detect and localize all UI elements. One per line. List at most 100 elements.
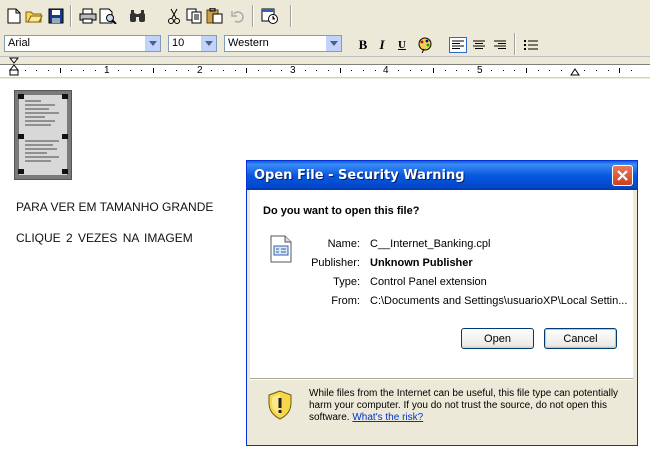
ruler-number: 1: [104, 65, 110, 76]
save-icon[interactable]: [46, 6, 66, 26]
open-button[interactable]: Open: [461, 328, 534, 349]
ruler-mark: [503, 70, 504, 71]
align-right-icon[interactable]: [491, 37, 509, 53]
right-indent-marker-icon[interactable]: [570, 68, 580, 76]
ruler-mark: [549, 70, 550, 71]
ruler-mark: [281, 70, 282, 71]
ruler-mark: [223, 70, 224, 71]
copy-icon[interactable]: [184, 6, 204, 26]
shield-icon: [267, 390, 293, 420]
ruler-mark: [83, 70, 84, 71]
name-value: C__Internet_Banking.cpl: [370, 238, 491, 250]
font-size-dropdown[interactable]: 10: [168, 35, 217, 52]
standard-toolbar: [0, 0, 650, 33]
ruler-mark: [631, 70, 632, 71]
ruler-mark: [538, 70, 539, 71]
ruler-number: 3: [290, 65, 296, 76]
ruler-mark: [258, 70, 259, 71]
from-label: From:: [331, 295, 360, 307]
ruler-mark: [176, 70, 177, 71]
type-label: Type:: [333, 276, 360, 288]
paste-icon[interactable]: [205, 6, 225, 26]
ruler-mark: [246, 68, 247, 73]
warning-text-block: While files from the Internet can be use…: [309, 388, 629, 424]
ruler-mark: [433, 68, 434, 73]
ruler-mark: [165, 70, 166, 71]
ruler-mark: [48, 70, 49, 71]
document-text-line: CLIQUE 2 VEZES NA IMAGEM: [16, 231, 193, 245]
type-value: Control Panel extension: [370, 276, 487, 288]
print-preview-icon[interactable]: [98, 6, 118, 26]
ruler[interactable]: 1 2 3 4 5: [0, 57, 650, 79]
whats-the-risk-link[interactable]: What's the risk?: [352, 412, 423, 423]
font-name-dropdown[interactable]: Arial: [4, 35, 161, 52]
ruler-mark: [340, 68, 341, 73]
ruler-mark: [130, 70, 131, 71]
close-icon[interactable]: [612, 165, 633, 186]
italic-icon[interactable]: I: [373, 37, 391, 53]
print-icon[interactable]: [78, 6, 98, 26]
ruler-mark: [468, 70, 469, 71]
chevron-down-icon[interactable]: [200, 36, 216, 51]
chevron-down-icon[interactable]: [144, 36, 160, 51]
ruler-mark: [375, 70, 376, 71]
ruler-mark: [491, 70, 492, 71]
ruler-number: 5: [477, 65, 483, 76]
from-value: C:\Documents and Settings\usuarioXP\Loca…: [370, 295, 628, 307]
cancel-button[interactable]: Cancel: [544, 328, 617, 349]
publisher-value: Unknown Publisher: [370, 257, 473, 269]
ruler-mark: [305, 70, 306, 71]
ruler-mark: [561, 70, 562, 71]
bullets-icon[interactable]: [522, 37, 540, 53]
ruler-mark: [153, 68, 154, 73]
insert-date-time-icon[interactable]: [260, 6, 280, 26]
script-dropdown[interactable]: Western: [224, 35, 342, 52]
toolbar-separator: [252, 5, 254, 27]
dialog-titlebar[interactable]: Open File - Security Warning: [247, 161, 637, 190]
find-icon[interactable]: [128, 6, 148, 26]
ruler-mark: [270, 70, 271, 71]
ruler-mark: [445, 70, 446, 71]
ruler-mark: [608, 70, 609, 71]
bold-icon[interactable]: B: [354, 37, 372, 53]
align-left-icon[interactable]: [449, 37, 467, 53]
align-center-icon[interactable]: [470, 37, 488, 53]
toolbar-separator: [290, 5, 292, 27]
left-indent-marker-icon[interactable]: [9, 57, 19, 77]
ruler-mark: [188, 70, 189, 71]
ruler-mark: [398, 70, 399, 71]
dialog-title: Open File - Security Warning: [254, 168, 465, 183]
ruler-mark: [141, 70, 142, 71]
ruler-mark: [421, 70, 422, 71]
open-folder-icon[interactable]: [24, 6, 44, 26]
undo-icon[interactable]: [228, 6, 248, 26]
chevron-down-icon[interactable]: [325, 36, 341, 51]
ruler-mark: [71, 70, 72, 71]
font-size-value: 10: [172, 37, 185, 49]
ruler-number: 4: [383, 65, 389, 76]
ruler-mark: [211, 70, 212, 71]
new-document-icon[interactable]: [4, 6, 24, 26]
color-icon[interactable]: [416, 37, 434, 53]
ruler-mark: [351, 70, 352, 71]
toolbar-separator: [70, 5, 72, 27]
dialog-body: Do you want to open this file? Name: C__…: [250, 190, 633, 440]
script-value: Western: [228, 37, 269, 49]
underline-icon[interactable]: U: [393, 37, 411, 53]
question-area: Do you want to open this file? Name: C__…: [250, 190, 633, 378]
name-label: Name:: [327, 238, 360, 250]
ruler-mark: [526, 68, 527, 73]
document-thumbnail-image[interactable]: [14, 90, 72, 180]
ruler-mark: [36, 70, 37, 71]
ruler-mark: [619, 68, 620, 73]
cut-icon[interactable]: [164, 6, 184, 26]
ruler-strip: 1 2 3 4 5: [0, 64, 650, 78]
ruler-mark: [456, 70, 457, 71]
dialog-question: Do you want to open this file?: [263, 205, 420, 217]
ruler-mark: [363, 70, 364, 71]
ruler-mark: [596, 70, 597, 71]
dialog-divider: [250, 378, 633, 380]
ruler-mark: [60, 68, 61, 73]
ruler-mark: [118, 70, 119, 71]
ruler-mark: [584, 70, 585, 71]
